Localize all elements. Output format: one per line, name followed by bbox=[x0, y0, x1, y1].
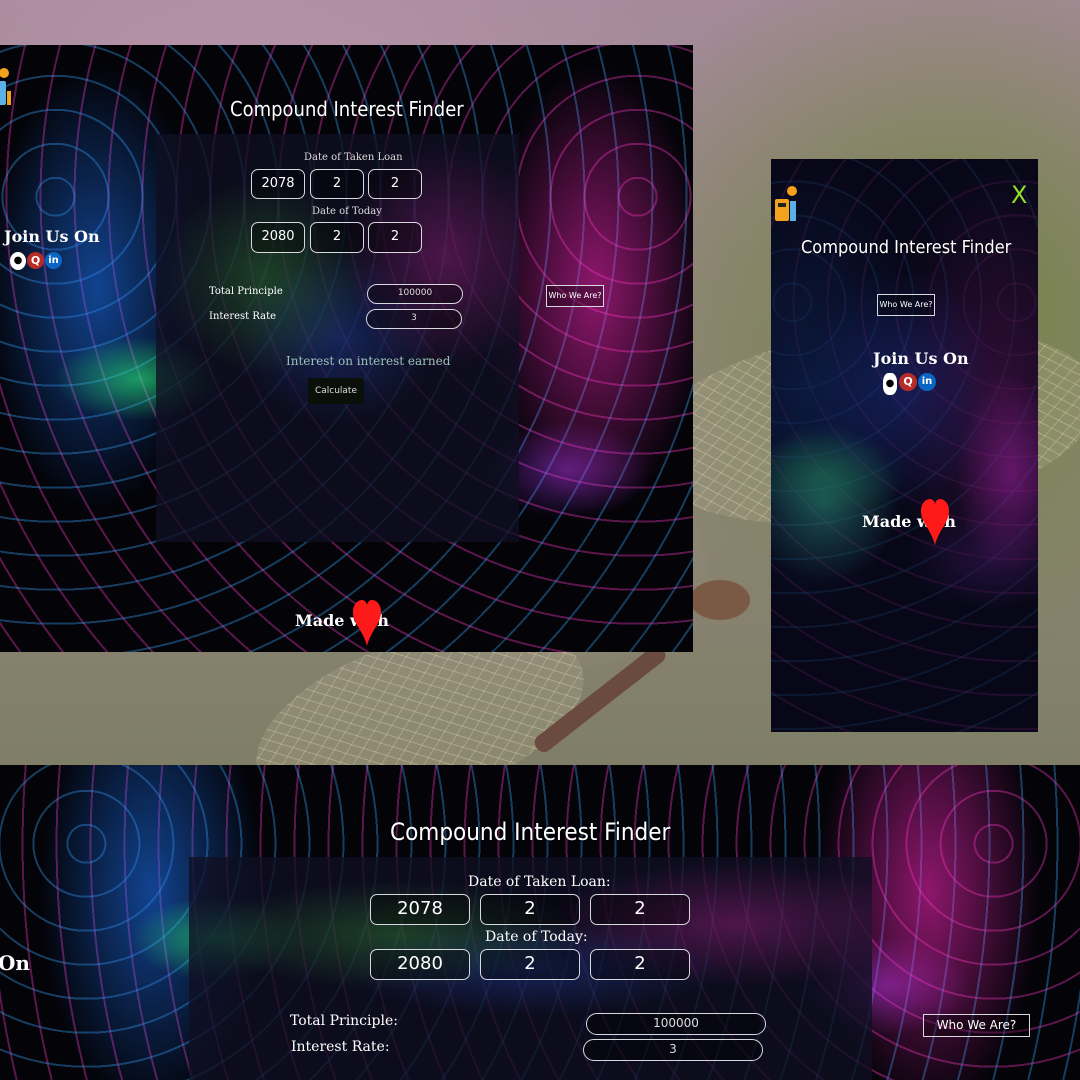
calculator-card: Date of Taken Loan 2078 2 2 Date of Toda… bbox=[156, 134, 519, 542]
join-us-label: Join Us On bbox=[873, 349, 969, 368]
zoomed-screenshot: On Compound Interest Finder Date of Take… bbox=[0, 765, 1080, 1080]
total-principle-label: Total Principle bbox=[209, 286, 283, 297]
total-principle-label: Total Principle: bbox=[290, 1013, 398, 1029]
interest-rate-label: Interest Rate bbox=[209, 311, 277, 322]
social-links: ● Q in bbox=[883, 373, 943, 397]
who-we-are-button[interactable]: Who We Are? bbox=[546, 285, 604, 307]
loan-day-input[interactable]: 2 bbox=[368, 169, 422, 199]
close-button[interactable]: X bbox=[1011, 181, 1027, 209]
result-text: Interest on interest earned bbox=[286, 354, 451, 368]
loan-year-input[interactable]: 2078 bbox=[370, 894, 470, 925]
loan-year-input[interactable]: 2078 bbox=[251, 169, 305, 199]
heart-icon bbox=[353, 600, 381, 646]
github-icon[interactable]: ● bbox=[883, 373, 897, 395]
rate-input[interactable]: 3 bbox=[583, 1039, 763, 1061]
linkedin-icon[interactable]: in bbox=[918, 373, 936, 391]
join-us-label: Join Us On bbox=[4, 227, 100, 246]
loan-month-input[interactable]: 2 bbox=[310, 169, 364, 199]
mobile-screenshot: X Compound Interest Finder Who We Are? J… bbox=[771, 159, 1038, 732]
loan-day-input[interactable]: 2 bbox=[590, 894, 690, 925]
quora-icon[interactable]: Q bbox=[27, 252, 44, 269]
background-twig bbox=[690, 580, 750, 620]
date-loan-label: Date of Taken Loan bbox=[304, 152, 403, 163]
quora-icon[interactable]: Q bbox=[899, 373, 917, 391]
principle-input[interactable]: 100000 bbox=[367, 284, 463, 304]
date-today-label: Date of Today: bbox=[485, 929, 588, 945]
calculator-logo-icon bbox=[0, 68, 11, 105]
today-month-input[interactable]: 2 bbox=[480, 949, 580, 980]
desktop-screenshot: Compound Interest Finder Join Us On ● Q … bbox=[0, 45, 693, 652]
join-us-partial-label: On bbox=[0, 951, 30, 975]
today-year-input[interactable]: 2080 bbox=[251, 222, 305, 253]
page-title: Compound Interest Finder bbox=[390, 818, 671, 846]
today-month-input[interactable]: 2 bbox=[310, 222, 364, 253]
who-we-are-button[interactable]: Who We Are? bbox=[877, 294, 935, 316]
today-day-input[interactable]: 2 bbox=[590, 949, 690, 980]
github-icon[interactable]: ● bbox=[10, 252, 26, 270]
today-day-input[interactable]: 2 bbox=[368, 222, 422, 253]
calculate-button[interactable]: Calculate bbox=[308, 378, 364, 404]
calculator-card: Date of Taken Loan: 2078 2 2 Date of Tod… bbox=[189, 857, 872, 1080]
principle-input[interactable]: 100000 bbox=[586, 1013, 766, 1035]
page-title: Compound Interest Finder bbox=[801, 237, 1012, 258]
social-links: ● Q in bbox=[10, 252, 70, 274]
interest-rate-label: Interest Rate: bbox=[291, 1039, 390, 1055]
loan-month-input[interactable]: 2 bbox=[480, 894, 580, 925]
date-loan-label: Date of Taken Loan: bbox=[468, 874, 611, 890]
heart-icon bbox=[921, 499, 949, 545]
today-year-input[interactable]: 2080 bbox=[370, 949, 470, 980]
date-today-label: Date of Today bbox=[312, 206, 382, 217]
who-we-are-button[interactable]: Who We Are? bbox=[923, 1014, 1030, 1037]
rate-input[interactable]: 3 bbox=[366, 309, 462, 329]
calculator-logo-icon bbox=[775, 186, 797, 221]
linkedin-icon[interactable]: in bbox=[45, 252, 62, 269]
page-title: Compound Interest Finder bbox=[230, 97, 464, 121]
